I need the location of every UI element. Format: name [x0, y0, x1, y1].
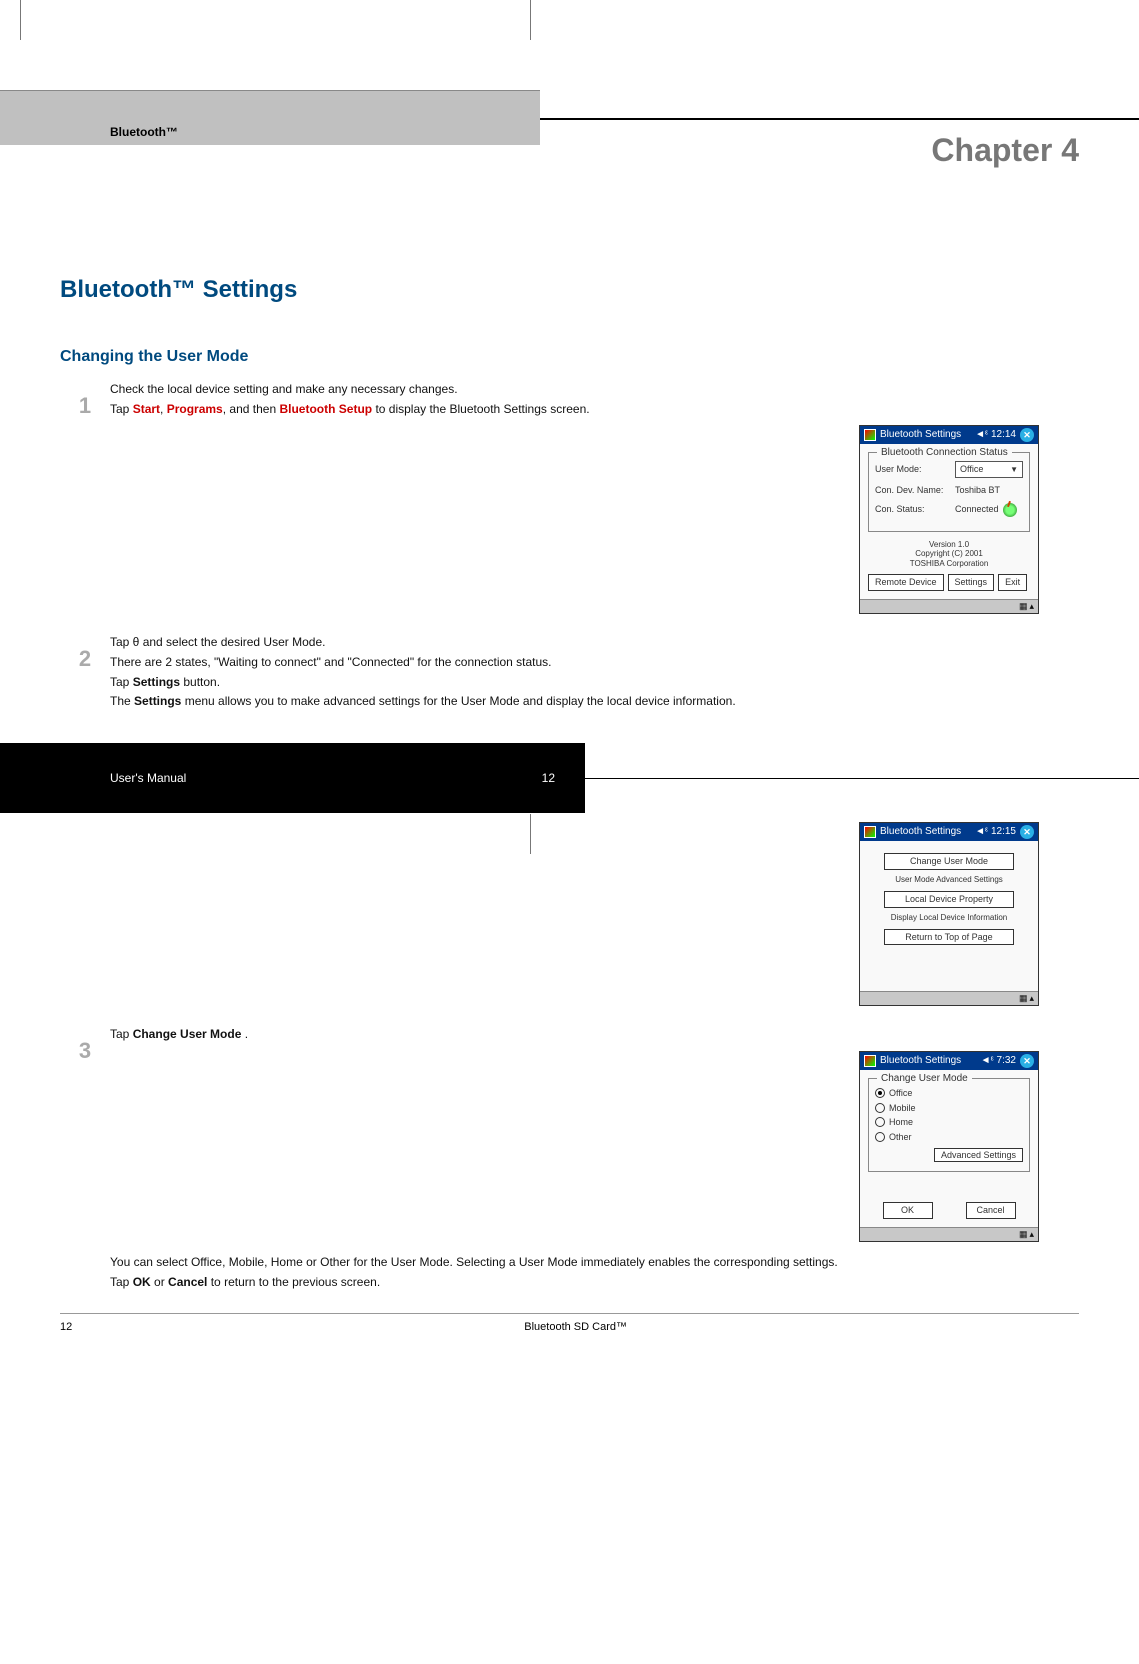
- footer-product-name: Bluetooth SD Card™: [524, 1320, 627, 1335]
- settings-button[interactable]: Settings: [948, 574, 995, 591]
- scr3-taskbar: ▦▴: [860, 1227, 1038, 1241]
- screenshot-bluetooth-settings-main: Bluetooth Settings ◄ᵋ 12:14 ✕ Bluetooth …: [859, 425, 1039, 614]
- radio-home[interactable]: Home: [875, 1116, 1023, 1129]
- radio-mobile[interactable]: Mobile: [875, 1102, 1023, 1115]
- step2-line2: There are 2 states, "Waiting to connect"…: [110, 654, 1079, 671]
- screenshot-settings-menu: Bluetooth Settings ◄ᵋ 12:15 ✕ Change Use…: [859, 822, 1039, 1006]
- black-band-rule: [585, 778, 1139, 779]
- scr2-titlebar: Bluetooth Settings ◄ᵋ 12:15 ✕: [860, 823, 1038, 841]
- header-rule: [540, 118, 1139, 120]
- step1-line2: Tap Start, Programs, and then Bluetooth …: [110, 401, 1079, 418]
- radio-icon: [875, 1103, 885, 1113]
- step2-line1: Tap θ and select the desired User Mode.: [110, 634, 1079, 651]
- menu-start: Start: [133, 402, 160, 416]
- screenshot-change-user-mode: Bluetooth Settings ◄ᵋ 7:32 ✕ Change User…: [859, 1051, 1039, 1242]
- ok-button[interactable]: OK: [883, 1202, 933, 1219]
- chevron-down-icon: ▼: [1010, 464, 1018, 475]
- sip-arrow-icon[interactable]: ▴: [1029, 1228, 1034, 1241]
- keyboard-icon[interactable]: ▦: [1019, 600, 1028, 613]
- local-device-property-button[interactable]: Local Device Property: [884, 891, 1014, 908]
- keyboard-icon[interactable]: ▦: [1019, 992, 1028, 1005]
- scr1-titlebar: Bluetooth Settings ◄ᵋ 12:14 ✕: [860, 426, 1038, 444]
- windows-logo-icon: [864, 826, 876, 838]
- scr3-titlebar: Bluetooth Settings ◄ᵋ 7:32 ✕: [860, 1052, 1038, 1070]
- menu-programs: Programs: [167, 402, 223, 416]
- cancel-button[interactable]: Cancel: [966, 1202, 1016, 1219]
- scr3-title: Bluetooth Settings: [880, 1054, 961, 1068]
- constatus-value: Connected: [955, 503, 999, 516]
- step-number: 1: [60, 381, 110, 626]
- keyboard-icon[interactable]: ▦: [1019, 1228, 1028, 1241]
- remote-device-button[interactable]: Remote Device: [868, 574, 944, 591]
- radio-icon: [875, 1117, 885, 1127]
- close-icon[interactable]: ✕: [1020, 428, 1034, 442]
- scr3-clock: ◄ᵋ 7:32: [981, 1054, 1016, 1068]
- step-2-continued: Bluetooth Settings ◄ᵋ 12:15 ✕ Change Use…: [60, 814, 1079, 1018]
- final-line1: You can select Office, Mobile, Home or O…: [110, 1254, 1079, 1271]
- page-footer: 12 Bluetooth SD Card™: [60, 1313, 1079, 1335]
- manual-footer-bar: User's Manual 12: [0, 743, 585, 813]
- scr2-taskbar: ▦▴: [860, 991, 1038, 1005]
- crop-marks-top: [0, 0, 1139, 40]
- footer-page-number: 12: [60, 1320, 72, 1335]
- step-1: 1 Check the local device setting and mak…: [60, 381, 1079, 626]
- constatus-label: Con. Status:: [875, 503, 951, 516]
- close-icon[interactable]: ✕: [1020, 825, 1034, 839]
- fieldset-change-user-mode: Change User Mode Office Mobile Home Othe…: [868, 1078, 1030, 1172]
- fieldset-legend: Change User Mode: [877, 1072, 972, 1086]
- scr1-title: Bluetooth Settings: [880, 428, 961, 442]
- step2-line3: Tap Settings button.: [110, 674, 1079, 691]
- step-3: 3 Tap Change User Mode . Bluetooth Setti…: [60, 1026, 1079, 1293]
- usermode-dropdown[interactable]: Office ▼: [955, 461, 1023, 478]
- devname-label: Con. Dev. Name:: [875, 484, 951, 497]
- radio-icon: [875, 1132, 885, 1142]
- return-top-button[interactable]: Return to Top of Page: [884, 929, 1014, 946]
- step-number: 2: [60, 634, 110, 713]
- step3-line1: Tap Change User Mode .: [110, 1026, 1079, 1043]
- scr2-title: Bluetooth Settings: [880, 825, 961, 839]
- radio-office[interactable]: Office: [875, 1087, 1023, 1100]
- change-user-mode-desc: User Mode Advanced Settings: [868, 874, 1030, 885]
- devname-value: Toshiba BT: [955, 484, 1000, 497]
- manual-page-number: 12: [542, 770, 555, 787]
- fieldset-connection-status: Bluetooth Connection Status User Mode: O…: [868, 452, 1030, 531]
- step2-line4: The Settings menu allows you to make adv…: [110, 693, 1079, 710]
- change-user-mode-button[interactable]: Change User Mode: [884, 853, 1014, 870]
- advanced-settings-button[interactable]: Advanced Settings: [934, 1148, 1023, 1162]
- section-title: Bluetooth™ Settings: [60, 273, 1079, 307]
- subsection-title: Changing the User Mode: [60, 346, 1079, 368]
- sip-arrow-icon[interactable]: ▴: [1029, 992, 1034, 1005]
- step-number: 3: [60, 1026, 110, 1293]
- manual-title: User's Manual: [110, 770, 186, 787]
- scr1-taskbar: ▦▴: [860, 599, 1038, 613]
- fieldset-legend: Bluetooth Connection Status: [877, 446, 1012, 460]
- windows-logo-icon: [864, 429, 876, 441]
- radio-other[interactable]: Other: [875, 1131, 1023, 1144]
- final-line2: Tap OK or Cancel to return to the previo…: [110, 1274, 1079, 1291]
- usermode-label: User Mode:: [875, 463, 951, 476]
- local-device-property-desc: Display Local Device Information: [868, 912, 1030, 923]
- step-2: 2 Tap θ and select the desired User Mode…: [60, 634, 1079, 713]
- radio-icon: [875, 1088, 885, 1098]
- version-block: Version 1.0 Copyright (C) 2001 TOSHIBA C…: [868, 540, 1030, 569]
- exit-button[interactable]: Exit: [998, 574, 1027, 591]
- windows-logo-icon: [864, 1055, 876, 1067]
- scr2-clock: ◄ᵋ 12:15: [975, 825, 1016, 839]
- menu-bluetooth-setup: Bluetooth Setup: [279, 402, 372, 416]
- sip-arrow-icon[interactable]: ▴: [1029, 600, 1034, 613]
- close-icon[interactable]: ✕: [1020, 1054, 1034, 1068]
- connected-indicator-icon: [1003, 503, 1017, 517]
- scr1-clock: ◄ᵋ 12:14: [975, 428, 1016, 442]
- step1-line1: Check the local device setting and make …: [110, 381, 1079, 398]
